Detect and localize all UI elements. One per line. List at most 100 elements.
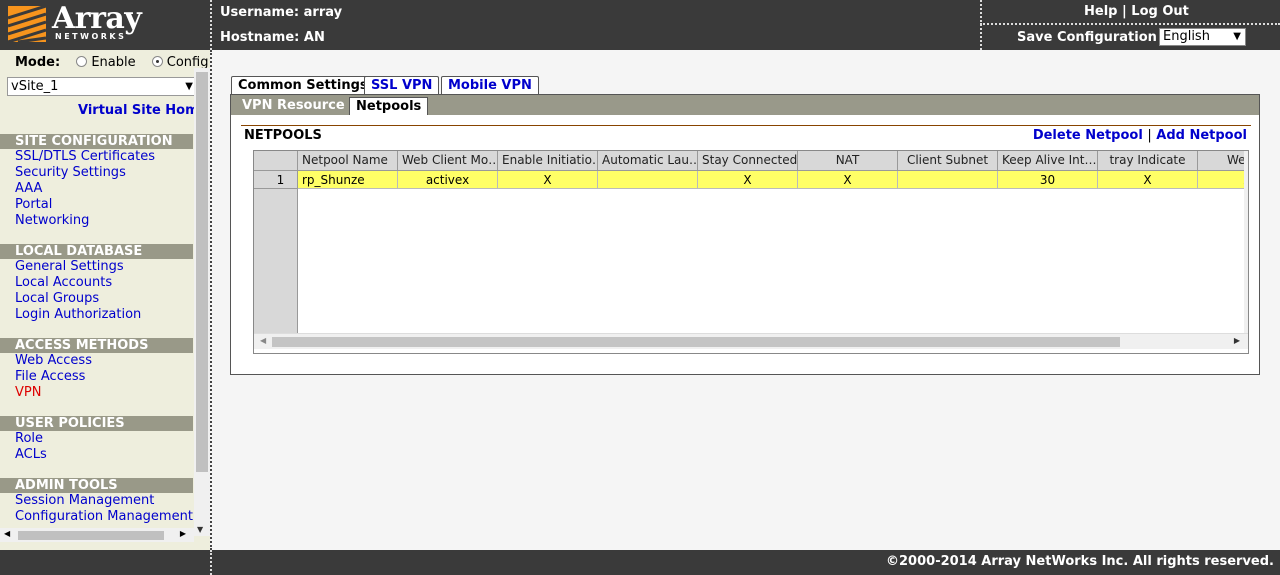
header-divider-right [980, 0, 982, 50]
sidebar-vertical-scrollbar[interactable]: ▼ [194, 68, 210, 536]
header-divider-horizontal [980, 23, 1280, 25]
tab-ssl-vpn[interactable]: SSL VPN [364, 76, 440, 95]
logout-link[interactable]: Log Out [1131, 4, 1189, 19]
nav-web-access[interactable]: Web Access [15, 353, 92, 368]
nav-general-settings[interactable]: General Settings [15, 259, 124, 274]
dropdown-arrow-icon: ▼ [185, 81, 193, 92]
scrollbar-thumb[interactable] [18, 531, 164, 540]
language-select[interactable]: English ▼ [1159, 28, 1246, 46]
logo-subtext: NETWORKS [55, 32, 127, 41]
column-header-automatic-launch[interactable]: Automatic Lau… [598, 151, 698, 171]
nav-file-access[interactable]: File Access [15, 369, 85, 384]
help-link[interactable]: Help [1084, 4, 1117, 19]
column-header-nat[interactable]: NAT [798, 151, 898, 171]
nav-acls[interactable]: ACLs [15, 447, 47, 462]
copyright-text: ©2000-2014 Array NetWorks Inc. All right… [886, 554, 1274, 569]
cell-automatic-launch[interactable] [598, 171, 698, 189]
virtual-site-home-link[interactable]: Virtual Site Home [78, 103, 207, 118]
cell-enable-initiation[interactable]: X [498, 171, 598, 189]
logo-mark-icon [8, 6, 46, 42]
subtab-vpn-resource[interactable]: VPN Resource [236, 97, 351, 115]
scrollbar-thumb[interactable] [196, 72, 208, 472]
mode-selector: Mode: Enable Config [15, 55, 208, 70]
section-user-policies: USER POLICIES [0, 416, 193, 431]
subtab-netpools[interactable]: Netpools [349, 97, 429, 115]
subtab-bar: VPN Resource Netpools [231, 95, 1259, 115]
table-row[interactable]: rp_Shunze activex X X X 30 X X [298, 171, 1248, 189]
language-selected-value: English [1163, 29, 1210, 44]
title-rule [241, 125, 1251, 126]
column-header-web-client-mode[interactable]: Web Client Mo… [398, 151, 498, 171]
save-configuration-link[interactable]: Save Configuration [1017, 30, 1157, 45]
username-label: Username: array [220, 5, 343, 20]
nav-role[interactable]: Role [15, 431, 43, 446]
content-panel: VPN Resource Netpools NETPOOLS Delete Ne… [230, 94, 1260, 375]
site-selected-value: vSite_1 [11, 79, 59, 94]
hostname-label: Hostname: AN [220, 30, 325, 45]
footer: ©2000-2014 Array NetWorks Inc. All right… [0, 550, 1280, 575]
section-local-database: LOCAL DATABASE [0, 244, 193, 259]
scroll-right-icon[interactable]: ▶ [1234, 336, 1240, 345]
delete-netpool-link[interactable]: Delete Netpool [1033, 128, 1143, 143]
column-header-stay-connected[interactable]: Stay Connected [698, 151, 798, 171]
nav-session-management[interactable]: Session Management [15, 493, 154, 508]
top-header: Array NETWORKS Username: array Hostname:… [0, 0, 1280, 50]
column-header-tray-indicate[interactable]: tray Indicate [1098, 151, 1198, 171]
scrollbar-thumb[interactable] [272, 337, 1120, 347]
tab-mobile-vpn[interactable]: Mobile VPN [441, 76, 539, 95]
column-header-keep-alive-interval[interactable]: Keep Alive Int… [998, 151, 1098, 171]
section-access-methods: ACCESS METHODS [0, 338, 193, 353]
column-header-client-subnet[interactable]: Client Subnet [898, 151, 998, 171]
sidebar: Mode: Enable Config vSite_1 ▼ Virtual Si… [0, 50, 210, 550]
scroll-down-icon[interactable]: ▼ [197, 525, 203, 534]
nav-networking[interactable]: Networking [15, 213, 89, 228]
column-header-web-in[interactable]: Web In [1198, 151, 1248, 171]
mode-config-radio[interactable] [151, 56, 163, 67]
nav-local-groups[interactable]: Local Groups [15, 291, 99, 306]
tab-common-settings[interactable]: Common Settings [231, 76, 375, 95]
add-netpool-link[interactable]: Add Netpool [1156, 128, 1247, 143]
header-divider [210, 0, 212, 50]
sidebar-horizontal-scrollbar[interactable]: ◀ ▶ [0, 528, 194, 542]
cell-web-client-mode[interactable]: activex [398, 171, 498, 189]
nav-login-authorization[interactable]: Login Authorization [15, 307, 141, 322]
section-site-configuration: SITE CONFIGURATION [0, 134, 193, 149]
cell-tray-indicate[interactable]: X [1098, 171, 1198, 189]
nav-vpn[interactable]: VPN [15, 385, 41, 400]
link-separator: | [1147, 128, 1152, 143]
nav-aaa[interactable]: AAA [15, 181, 42, 196]
cell-keep-alive-interval[interactable]: 30 [998, 171, 1098, 189]
netpool-actions: Delete Netpool | Add Netpool [1033, 128, 1247, 143]
scroll-right-icon[interactable]: ▶ [180, 529, 186, 538]
column-header-enable-initiation[interactable]: Enable Initiatio… [498, 151, 598, 171]
link-separator: | [1122, 4, 1127, 19]
array-logo: Array NETWORKS [0, 0, 210, 50]
mode-enable-radio[interactable] [76, 56, 88, 67]
cell-netpool-name[interactable]: rp_Shunze [298, 171, 398, 189]
dropdown-arrow-icon: ▼ [1233, 31, 1241, 42]
grid-header-row: Netpool Name Web Client Mo… Enable Initi… [298, 151, 1248, 171]
grid-horizontal-scrollbar[interactable]: ◀ ▶ [254, 333, 1248, 349]
cell-web-in[interactable]: X [1198, 171, 1248, 189]
nav-configuration-management[interactable]: Configuration Management [15, 509, 193, 524]
sidebar-divider [210, 50, 212, 550]
grid-vertical-scrollbar[interactable] [1244, 151, 1248, 333]
nav-portal[interactable]: Portal [15, 197, 52, 212]
logo-text: Array [52, 1, 142, 36]
scroll-left-icon[interactable]: ◀ [260, 336, 266, 345]
cell-stay-connected[interactable]: X [698, 171, 798, 189]
footer-divider [210, 550, 212, 575]
cell-client-subnet[interactable] [898, 171, 998, 189]
netpools-grid: 1 Netpool Name Web Client Mo… Enable Ini… [253, 150, 1249, 354]
nav-security-settings[interactable]: Security Settings [15, 165, 126, 180]
cell-nat[interactable]: X [798, 171, 898, 189]
column-header-netpool-name[interactable]: Netpool Name [298, 151, 398, 171]
nav-ssl-dtls-certificates[interactable]: SSL/DTLS Certificates [15, 149, 155, 164]
scroll-left-icon[interactable]: ◀ [4, 529, 10, 538]
virtual-site-select[interactable]: vSite_1 ▼ [7, 77, 197, 96]
grid-corner [254, 151, 298, 171]
section-admin-tools: ADMIN TOOLS [0, 478, 193, 493]
mode-enable-label: Enable [91, 55, 136, 70]
row-number[interactable]: 1 [254, 171, 297, 189]
nav-local-accounts[interactable]: Local Accounts [15, 275, 112, 290]
